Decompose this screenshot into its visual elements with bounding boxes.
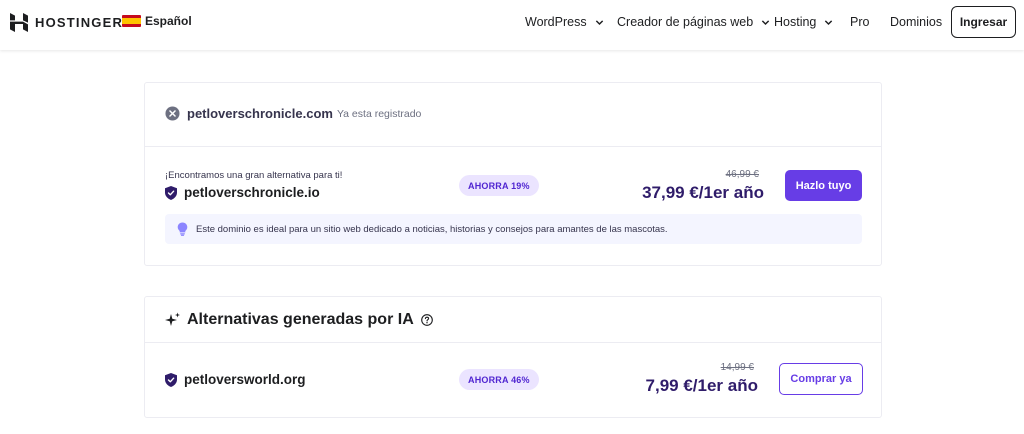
top-navbar: HOSTINGER Español WordPress Creador de p… — [0, 0, 1024, 50]
taken-domain-row: petloverschronicle.com Ya esta registrad… — [165, 106, 421, 121]
chevron-down-icon — [762, 19, 770, 25]
taken-domain-status: Ya esta registrado — [336, 107, 422, 120]
unavailable-x-icon — [165, 106, 180, 121]
lightbulb-icon — [177, 222, 188, 236]
language-label: Español — [145, 14, 192, 28]
discount-badge: AHORRA 19% — [459, 175, 539, 196]
nav-wordpress[interactable]: WordPress — [525, 0, 604, 44]
discount-badge: AHORRA 46% — [459, 369, 539, 390]
original-price: 46,99 € — [725, 169, 759, 180]
buy-now-button[interactable]: Comprar ya — [779, 363, 863, 395]
nav-pro[interactable]: Pro — [850, 0, 869, 44]
divider — [145, 342, 881, 343]
nav-pro-label: Pro — [850, 15, 870, 29]
nav-creador[interactable]: Creador de páginas web — [617, 0, 770, 44]
nav-hosting-label: Hosting — [774, 15, 817, 29]
price: 37,99 €/1er año — [642, 183, 764, 202]
ai-alternatives-title: Alternativas generadas por IA — [187, 311, 414, 328]
ai-alternatives-header: Alternativas generadas por IA — [165, 311, 433, 329]
original-price: 14,99 € — [720, 362, 754, 373]
ai-domain-row: petloversworld.org — [165, 372, 306, 387]
nav-dominios-label: Dominios — [890, 15, 943, 29]
help-circle-icon[interactable] — [420, 314, 433, 326]
alternative-domain-name: petloverschronicle.io — [184, 185, 320, 200]
brand-name: HOSTINGER — [35, 15, 124, 30]
chevron-down-icon — [825, 19, 833, 25]
alternative-label: ¡Encontramos una gran alternativa para t… — [165, 170, 343, 181]
language-selector[interactable]: Español — [122, 14, 192, 28]
sparkles-icon — [165, 312, 180, 326]
shield-check-icon — [165, 185, 177, 200]
nav-dominios[interactable]: Dominios — [890, 0, 942, 44]
hostinger-logo-icon — [10, 13, 28, 32]
hostinger-logo[interactable]: HOSTINGER — [10, 13, 123, 32]
buy-alternative-button[interactable]: Hazlo tuyo — [785, 170, 862, 201]
shield-check-icon — [165, 372, 177, 387]
domain-tip-text: Este dominio es ideal para un sitio web … — [196, 223, 668, 235]
nav-creador-label: Creador de páginas web — [617, 15, 754, 29]
taken-domain-name: petloverschronicle.com — [187, 106, 333, 121]
divider — [145, 146, 881, 147]
login-button[interactable]: Ingresar — [951, 6, 1016, 38]
spain-flag-icon — [122, 15, 141, 27]
domain-result-card: petloverschronicle.com Ya esta registrad… — [144, 82, 882, 266]
nav-wordpress-label: WordPress — [525, 15, 587, 29]
domain-tip: Este dominio es ideal para un sitio web … — [165, 214, 862, 244]
ai-domain-name: petloversworld.org — [184, 372, 306, 387]
alternative-domain-row: petloverschronicle.io — [165, 185, 320, 200]
price: 7,99 €/1er año — [645, 376, 758, 395]
ai-alternatives-card: Alternativas generadas por IA petloversw… — [144, 296, 882, 418]
nav-hosting[interactable]: Hosting — [774, 0, 833, 44]
chevron-down-icon — [595, 19, 603, 25]
